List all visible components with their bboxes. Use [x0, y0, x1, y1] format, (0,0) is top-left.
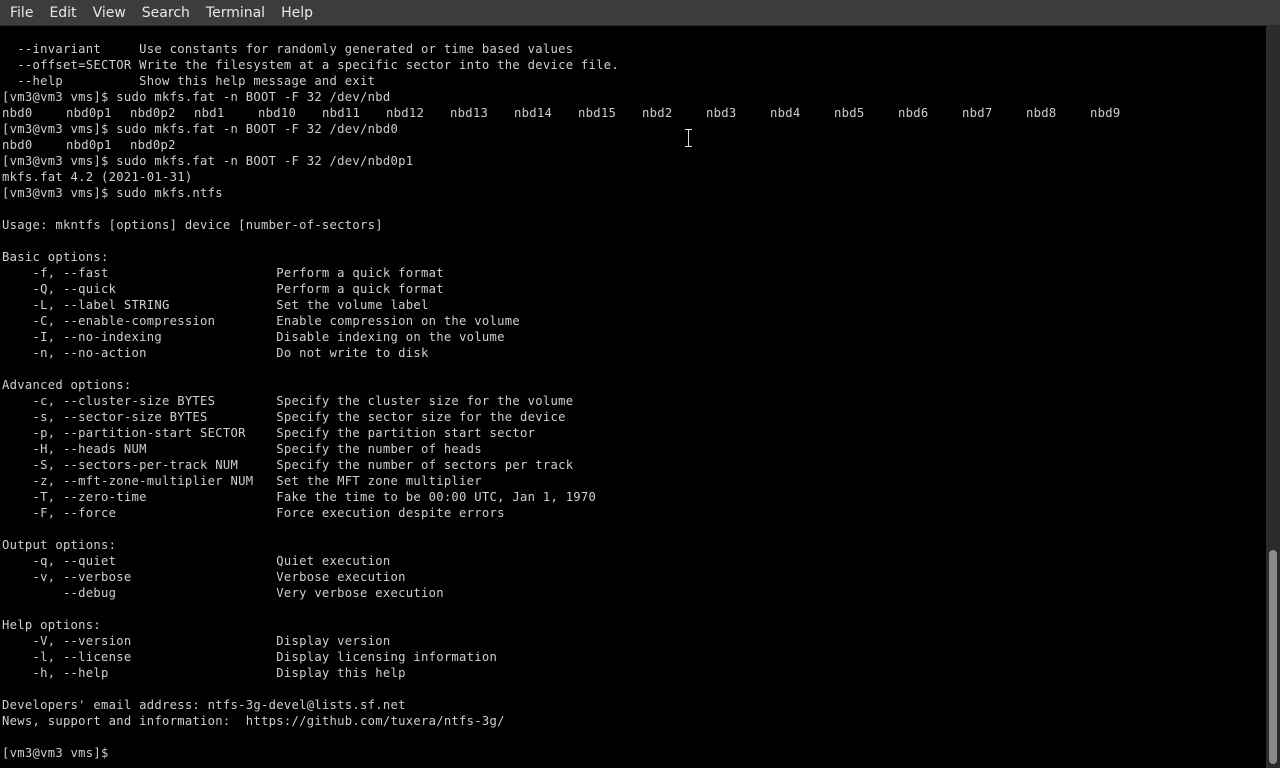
menu-terminal[interactable]: Terminal — [198, 1, 273, 25]
terminal-line: -Q, --quick Perform a quick format — [2, 282, 444, 296]
terminal-line: [vm3@vm3 vms]$ sudo mkfs.fat -n BOOT -F … — [2, 122, 399, 136]
completion-item: nbd7 — [962, 106, 993, 120]
completion-row: nbd0 nbd0p1 nbd0p2 — [2, 137, 1262, 153]
completion-item: nbd0 — [2, 106, 33, 120]
terminal-line: -n, --no-action Do not write to disk — [2, 346, 429, 360]
terminal-line: -V, --version Display version — [2, 634, 391, 648]
terminal-line: -c, --cluster-size BYTES Specify the clu… — [2, 394, 574, 408]
terminal-line: Advanced options: — [2, 378, 132, 392]
completion-item: nbd0p2 — [130, 106, 176, 120]
terminal-line: mkfs.fat 4.2 (2021-01-31) — [2, 170, 193, 184]
terminal-line: -T, --zero-time Fake the time to be 00:0… — [2, 490, 597, 504]
terminal-line: -f, --fast Perform a quick format — [2, 266, 444, 280]
completion-item: nbd4 — [770, 106, 801, 120]
menu-file[interactable]: File — [2, 1, 41, 25]
text-cursor-icon — [684, 129, 693, 147]
terminal-line: -l, --license Display licensing informat… — [2, 650, 498, 664]
completion-item: nbd10 — [258, 106, 297, 120]
terminal-line: -q, --quiet Quiet execution — [2, 554, 391, 568]
menu-bar: File Edit View Search Terminal Help — [0, 0, 1280, 26]
terminal-line: -p, --partition-start SECTOR Specify the… — [2, 426, 536, 440]
terminal-line: -F, --force Force execution despite erro… — [2, 506, 505, 520]
completion-item: nbd8 — [1026, 106, 1057, 120]
terminal-line: -s, --sector-size BYTES Specify the sect… — [2, 410, 566, 424]
terminal-output[interactable]: --invariant Use constants for randomly g… — [0, 26, 1266, 768]
menu-edit[interactable]: Edit — [41, 1, 84, 25]
terminal-line: -I, --no-indexing Disable indexing on th… — [2, 330, 505, 344]
completion-item: nbd0 — [2, 138, 33, 152]
completion-row: nbd0 nbd0p1 nbd0p2 nbd1 nbd10 nbd11 nbd12 nbd13… — [2, 105, 1262, 121]
terminal-line: -z, --mft-zone-multiplier NUM Set the MF… — [2, 474, 482, 488]
terminal-line: -v, --verbose Verbose execution — [2, 570, 406, 584]
completion-item: nbd15 — [578, 106, 617, 120]
menu-view[interactable]: View — [85, 1, 134, 25]
terminal-line: Output options: — [2, 538, 117, 552]
completion-item: nbd6 — [898, 106, 929, 120]
terminal-line: -h, --help Display this help — [2, 666, 406, 680]
terminal-line: --help Show this help message and exit — [2, 74, 376, 88]
terminal-line: Developers' email address: ntfs-3g-devel… — [2, 698, 406, 712]
terminal-line: Usage: mkntfs [options] device [number-o… — [2, 218, 383, 232]
completion-item: nbd12 — [386, 106, 425, 120]
terminal-line: --debug Very verbose execution — [2, 586, 444, 600]
scrollbar-thumb[interactable] — [1269, 550, 1277, 764]
terminal-line: Basic options: — [2, 250, 109, 264]
terminal-line: --offset=SECTOR Write the filesystem at … — [2, 58, 620, 72]
terminal-line: [vm3@vm3 vms]$ sudo mkfs.ntfs — [2, 186, 223, 200]
completion-item: nbd14 — [514, 106, 553, 120]
terminal-line: -H, --heads NUM Specify the number of he… — [2, 442, 482, 456]
completion-item: nbd2 — [642, 106, 673, 120]
terminal-line: Help options: — [2, 618, 102, 632]
terminal-line: --invariant Use constants for randomly g… — [2, 42, 574, 56]
terminal-line: -S, --sectors-per-track NUM Specify the … — [2, 458, 574, 472]
terminal-line: -C, --enable-compression Enable compress… — [2, 314, 520, 328]
terminal-line: [vm3@vm3 vms]$ — [2, 746, 117, 760]
menu-search[interactable]: Search — [134, 1, 198, 25]
completion-item: nbd3 — [706, 106, 737, 120]
completion-item: nbd0p2 — [130, 138, 176, 152]
completion-item: nbd5 — [834, 106, 865, 120]
completion-item: nbd9 — [1090, 106, 1121, 120]
terminal-line: News, support and information: https://g… — [2, 714, 505, 728]
vertical-scrollbar[interactable] — [1266, 26, 1280, 768]
completion-item: nbd0p1 — [66, 106, 112, 120]
completion-item: nbd1 — [194, 106, 225, 120]
completion-item: nbd11 — [322, 106, 361, 120]
completion-item: nbd0p1 — [66, 138, 112, 152]
completion-item: nbd13 — [450, 106, 489, 120]
terminal-line: [vm3@vm3 vms]$ sudo mkfs.fat -n BOOT -F … — [2, 90, 391, 104]
terminal-line: -L, --label STRING Set the volume label — [2, 298, 429, 312]
terminal-line: [vm3@vm3 vms]$ sudo mkfs.fat -n BOOT -F … — [2, 154, 414, 168]
menu-help[interactable]: Help — [273, 1, 321, 25]
